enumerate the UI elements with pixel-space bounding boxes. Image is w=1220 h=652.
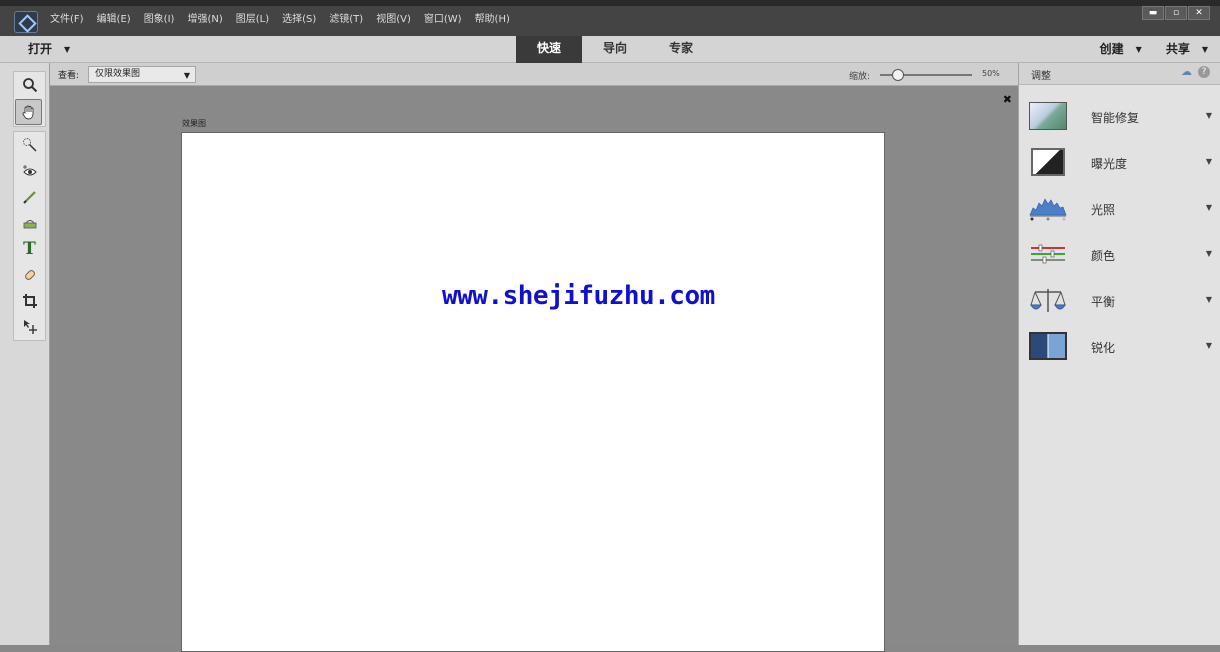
adjustment-smart-fix[interactable]: 智能修复 ▼ (1019, 93, 1220, 139)
chevron-down-icon: ▼ (1205, 111, 1212, 120)
menu-image[interactable]: 图象(I) (144, 13, 175, 27)
chevron-down-icon: ▼ (1205, 341, 1212, 350)
adjustment-lighting[interactable]: 光照 ▼ (1019, 185, 1220, 231)
chevron-down-icon: ▼ (1205, 295, 1212, 304)
menu-filter[interactable]: 滤镜(T) (329, 13, 363, 27)
whiten-teeth-tool-icon[interactable] (14, 184, 45, 210)
cloud-icon[interactable]: ☁ (1181, 66, 1192, 78)
options-bar: 查看: 仅限效果图 ▼ 缩放: 50% (50, 63, 1018, 86)
menu-help[interactable]: 帮助(H) (475, 13, 510, 27)
menu-enhance[interactable]: 增强(N) (187, 13, 222, 27)
type-tool-icon[interactable]: T (14, 236, 45, 262)
tab-quick[interactable]: 快速 (516, 36, 582, 63)
help-icon[interactable]: ? (1198, 66, 1210, 78)
lighting-icon (1029, 194, 1067, 222)
create-label: 创建 (1099, 42, 1124, 56)
edit-tool-group: T (13, 131, 46, 341)
share-caret-icon: ▼ (1201, 45, 1208, 54)
adjustment-label: 颜色 (1091, 249, 1116, 263)
menu-select[interactable]: 选择(S) (282, 13, 316, 27)
create-button[interactable]: 创建 ▼ (1100, 40, 1142, 57)
menu-file[interactable]: 文件(F) (50, 13, 84, 27)
close-window-button[interactable]: ✕ (1188, 6, 1210, 20)
zoom-slider-knob[interactable] (892, 69, 904, 81)
toolbox: T (0, 63, 50, 645)
adjustment-balance[interactable]: 平衡 ▼ (1019, 277, 1220, 323)
main-menu: 文件(F) 编辑(E) 图象(I) 增强(N) 图层(L) 选择(S) 滤镜(T… (50, 13, 510, 27)
crop-tool-icon[interactable] (14, 288, 45, 314)
adjustment-label: 光照 (1091, 203, 1116, 217)
tab-expert[interactable]: 专家 (648, 36, 714, 63)
document-canvas[interactable]: www.shejifuzhu.com (181, 132, 885, 652)
straighten-tool-icon[interactable] (14, 210, 45, 236)
adjustment-label: 智能修复 (1091, 111, 1140, 125)
adjustment-exposure[interactable]: 曝光度 ▼ (1019, 139, 1220, 185)
exposure-icon (1031, 148, 1065, 176)
view-select[interactable]: 仅限效果图 ▼ (88, 66, 196, 83)
adjustment-label: 锐化 (1091, 341, 1116, 355)
move-tool-icon[interactable] (14, 314, 45, 340)
view-select-value: 仅限效果图 (95, 69, 141, 79)
quick-selection-tool-icon[interactable] (14, 132, 45, 158)
adjustment-label: 曝光度 (1091, 157, 1128, 171)
panel-header-icons: ☁ ? (1181, 66, 1210, 78)
close-document-icon[interactable]: ✖ (1003, 93, 1012, 106)
adjustment-list: 智能修复 ▼ 曝光度 ▼ 光照 ▼ 颜色 ▼ 平衡 ▼ 锐化 ▼ (1019, 93, 1220, 369)
spot-healing-tool-icon[interactable] (14, 262, 45, 288)
menu-layer[interactable]: 图层(L) (236, 13, 269, 27)
smart-fix-icon (1029, 102, 1067, 130)
tab-guided[interactable]: 导向 (582, 36, 648, 63)
chevron-down-icon: ▼ (1205, 203, 1212, 212)
red-eye-tool-icon[interactable] (14, 158, 45, 184)
canvas-area: ✖ 效果图 www.shejifuzhu.com (50, 86, 1018, 652)
chevron-down-icon: ▼ (183, 71, 190, 80)
share-button[interactable]: 共享 ▼ (1166, 40, 1208, 57)
window-controls: ▬ ▫ ✕ (1142, 6, 1210, 20)
document-title: 效果图 (182, 119, 206, 128)
chevron-down-icon: ▼ (1205, 249, 1212, 258)
color-icon (1029, 240, 1067, 268)
share-label: 共享 (1165, 42, 1190, 56)
panel-title: 调整 (1031, 71, 1051, 82)
watermark-text: www.shejifuzhu.com (442, 281, 715, 311)
mode-bar: 打开 ▼ 快速 导向 专家 创建 ▼ 共享 ▼ (0, 36, 1220, 63)
hand-tool-icon[interactable] (15, 99, 42, 125)
menu-view[interactable]: 视图(V) (376, 13, 411, 27)
panel-header: 调整 ☁ ? (1019, 63, 1220, 85)
sharpen-icon (1029, 332, 1067, 360)
chevron-down-icon: ▼ (1205, 157, 1212, 166)
menu-edit[interactable]: 编辑(E) (97, 13, 131, 27)
adjustment-color[interactable]: 颜色 ▼ (1019, 231, 1220, 277)
zoom-label: 缩放: (849, 72, 871, 82)
right-menus: 创建 ▼ 共享 ▼ (1100, 40, 1208, 57)
view-tool-group (13, 71, 46, 127)
balance-icon (1029, 286, 1067, 314)
zoom-value: 50% (982, 69, 1000, 78)
restore-button[interactable]: ▫ (1165, 6, 1187, 20)
adjustments-panel: 调整 ☁ ? 智能修复 ▼ 曝光度 ▼ 光照 ▼ 颜色 ▼ 平衡 ▼ 锐化 ▼ (1018, 63, 1220, 645)
mode-tabs: 快速 导向 专家 (516, 36, 714, 63)
create-caret-icon: ▼ (1135, 45, 1142, 54)
minimize-button[interactable]: ▬ (1142, 6, 1164, 20)
menu-window[interactable]: 窗口(W) (424, 13, 462, 27)
zoom-slider[interactable] (880, 69, 972, 81)
open-label: 打开 (28, 42, 53, 56)
view-label: 查看: (58, 71, 80, 81)
open-caret-icon: ▼ (64, 45, 71, 54)
open-button[interactable]: 打开 ▼ (28, 40, 70, 57)
app-logo-icon[interactable] (14, 11, 38, 33)
adjustment-sharpen[interactable]: 锐化 ▼ (1019, 323, 1220, 369)
menu-bar: 文件(F) 编辑(E) 图象(I) 增强(N) 图层(L) 选择(S) 滤镜(T… (0, 0, 1220, 36)
zoom-tool-icon[interactable] (14, 72, 45, 98)
adjustment-label: 平衡 (1091, 295, 1116, 309)
